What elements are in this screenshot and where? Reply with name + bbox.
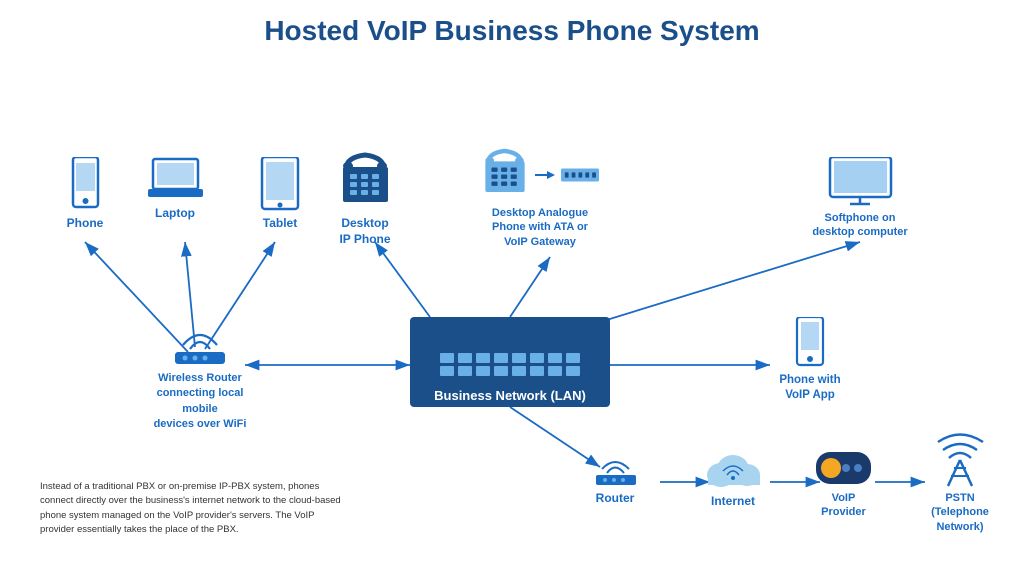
analogue-group — [481, 147, 599, 202]
phone-label: Phone — [67, 216, 104, 232]
laptop-device: Laptop — [130, 157, 220, 222]
softphone-icon — [828, 157, 893, 207]
pstn-device: PSTN(TelephoneNetwork) — [915, 432, 1005, 534]
pstn-tower-icon — [933, 432, 988, 487]
desktop-ip-phone-icon — [338, 152, 393, 212]
desktop-ip-phone-device: Desktop IP Phone — [325, 152, 405, 247]
phone-icon — [68, 157, 103, 212]
softphone-label: Softphone ondesktop computer — [812, 211, 907, 240]
desktop-analogue-label: Desktop AnaloguePhone with ATA orVoIP Ga… — [492, 206, 588, 249]
internet-cloud-icon — [701, 445, 766, 490]
phone-device: Phone — [40, 157, 130, 232]
laptop-label: Laptop — [155, 206, 195, 222]
internet-label: Internet — [711, 494, 755, 510]
bottom-description: Instead of a traditional PBX or on-premi… — [40, 480, 350, 537]
main-container: Hosted VoIP Business Phone System — [0, 0, 1024, 576]
internet-device: Internet — [693, 445, 773, 510]
building-windows — [410, 353, 610, 382]
phone-voip-icon — [794, 317, 826, 369]
ata-arrow-icon — [535, 168, 555, 182]
analogue-phone-icon — [481, 147, 529, 202]
softphone-device: Softphone ondesktop computer — [810, 157, 910, 240]
tablet-device: Tablet — [235, 157, 325, 232]
wireless-router-device: Wireless Routerconnecting local mobilede… — [140, 317, 260, 433]
router-bottom-label: Router — [596, 491, 635, 507]
desktop-analogue-device: Desktop AnaloguePhone with ATA orVoIP Ga… — [470, 147, 610, 249]
wireless-router-label: Wireless Routerconnecting local mobilede… — [140, 371, 260, 433]
phone-voip-device: Phone withVoIP App — [770, 317, 850, 403]
router-bottom-icon — [588, 447, 643, 487]
laptop-icon — [148, 157, 203, 202]
business-network-label: Business Network (LAN) — [430, 382, 590, 407]
desktop-ip-phone-label: Desktop IP Phone — [339, 216, 390, 247]
page-title: Hosted VoIP Business Phone System — [20, 10, 1004, 47]
tablet-icon — [259, 157, 301, 212]
pstn-label: PSTN(TelephoneNetwork) — [931, 491, 989, 534]
wireless-router-icon — [165, 317, 235, 367]
voip-provider-device: VoIPProvider — [806, 452, 881, 520]
business-network: Business Network (LAN) — [410, 317, 610, 407]
router-bottom-device: Router — [575, 447, 655, 507]
voip-provider-label: VoIPProvider — [821, 491, 866, 520]
tablet-label: Tablet — [263, 216, 297, 232]
voip-provider-icon — [816, 452, 871, 487]
ata-box-icon — [561, 164, 599, 186]
diagram-area: Phone Laptop Tablet — [20, 57, 1004, 547]
phone-voip-label: Phone withVoIP App — [779, 373, 840, 403]
